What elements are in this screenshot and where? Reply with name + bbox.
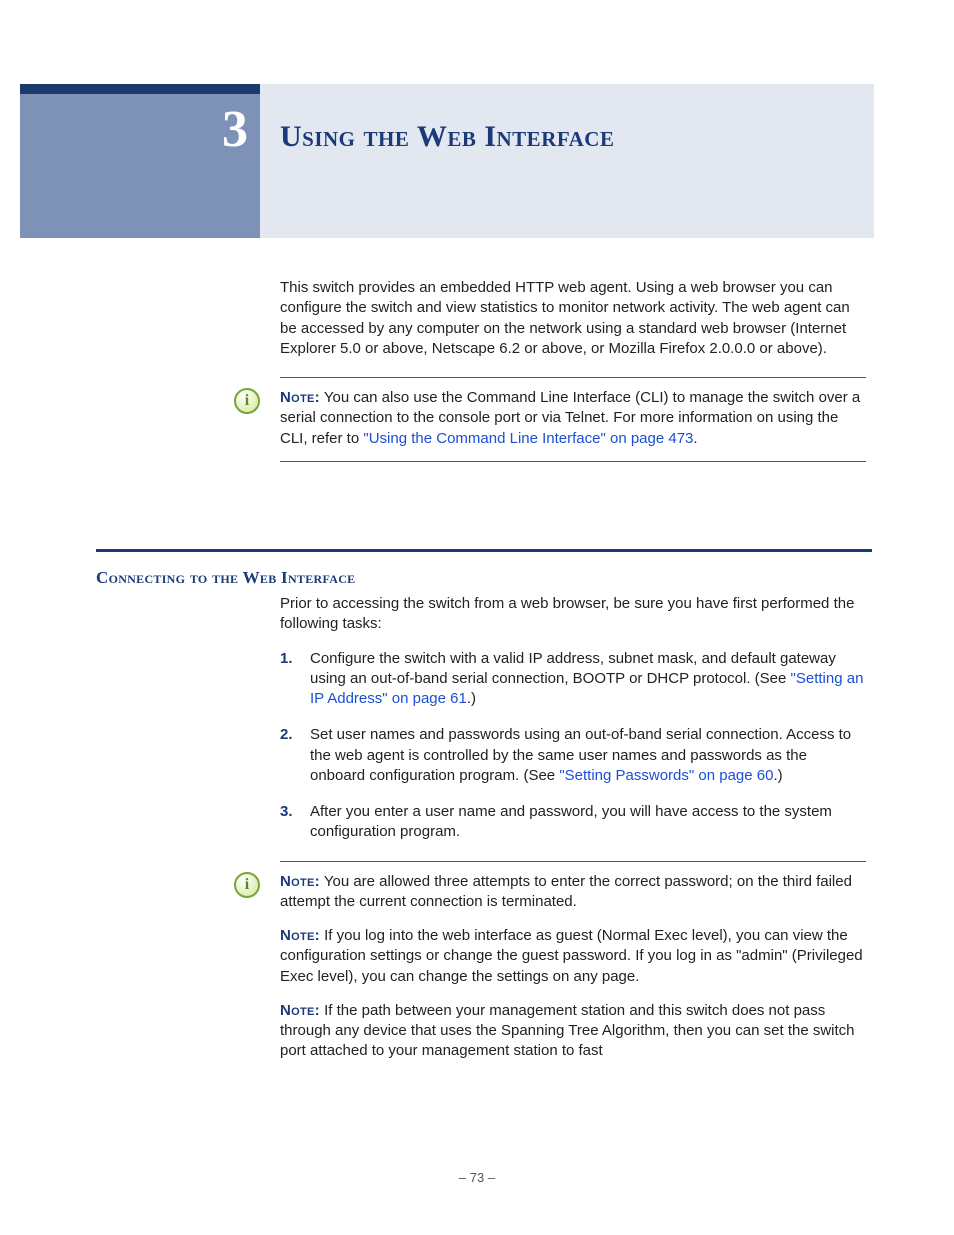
section-divider [96,549,872,552]
note-guest-admin: Note: If you log into the web interface … [280,926,866,987]
info-icon [234,388,260,414]
task-text: Configure the switch with a valid IP add… [310,650,836,687]
note-label: Note: [280,873,320,890]
section-heading: Connecting to the Web Interface [96,568,872,588]
note-text: If the path between your management stat… [280,1002,855,1060]
note-block-cli: Note: You can also use the Command Line … [280,377,866,462]
note-stack: Note: You are allowed three attempts to … [280,861,866,1062]
link-passwords[interactable]: "Setting Passwords" on page 60 [559,767,773,784]
note-text: If you log into the web interface as gue… [280,927,863,985]
chapter-number: 3 [222,100,248,159]
note-attempts: Note: You are allowed three attempts to … [280,872,866,913]
note-text-after: . [693,430,697,447]
list-item: 2. Set user names and passwords using an… [280,725,866,786]
list-item: 3. After you enter a user name and passw… [280,802,866,843]
task-list: 1. Configure the switch with a valid IP … [280,649,866,843]
intro-paragraph: This switch provides an embedded HTTP we… [280,278,866,359]
section-intro: Prior to accessing the switch from a web… [280,594,866,635]
chapter-title: Using the Web Interface [280,120,874,154]
link-cli[interactable]: "Using the Command Line Interface" on pa… [363,430,693,447]
section-body: Prior to accessing the switch from a web… [280,594,866,1062]
note-spanning-tree: Note: If the path between your managemen… [280,1001,866,1062]
task-number: 1. [280,649,293,669]
task-number: 3. [280,802,293,822]
task-text-b: .) [773,767,782,784]
page-number: – 73 – [0,1170,954,1185]
note-cli-text: Note: You can also use the Command Line … [280,388,866,449]
note-label: Note: [280,389,320,406]
chapter-title-block: Using the Web Interface [260,84,874,238]
note-label: Note: [280,927,320,944]
list-item: 1. Configure the switch with a valid IP … [280,649,866,710]
task-text-b: .) [467,690,476,707]
note-text: You are allowed three attempts to enter … [280,873,852,910]
task-text: After you enter a user name and password… [310,803,832,840]
note-label: Note: [280,1002,320,1019]
info-icon [234,872,260,898]
task-number: 2. [280,725,293,745]
main-content: This switch provides an embedded HTTP we… [280,278,866,462]
section-connecting: Connecting to the Web Interface Prior to… [96,568,872,1076]
chapter-number-block: 3 [20,84,260,238]
